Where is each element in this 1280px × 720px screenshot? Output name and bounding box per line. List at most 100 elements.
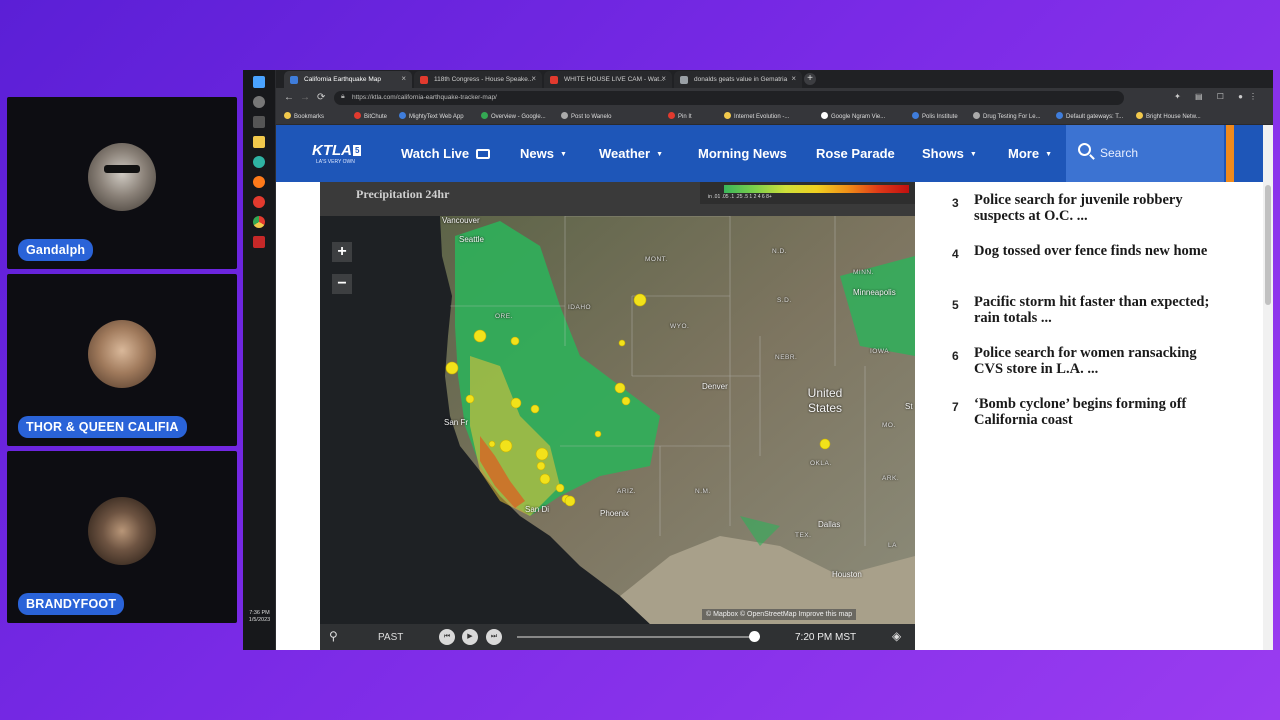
layers-icon[interactable]: ◈ xyxy=(892,629,901,643)
bookmark-item[interactable]: Drug Testing For Le... xyxy=(973,112,1041,120)
timeline-knob[interactable] xyxy=(749,631,761,642)
forward-arrow-icon[interactable]: → xyxy=(300,92,310,103)
bookmark-label: Overview - Google... xyxy=(491,114,546,120)
reload-icon[interactable]: ⟳ xyxy=(317,92,325,103)
story-title-link[interactable]: Dog tossed over fence finds new home xyxy=(974,243,1224,259)
story-item[interactable]: 4 Dog tossed over fence finds new home xyxy=(952,241,1232,292)
participant-tile[interactable]: THOR & QUEEN CALIFIA xyxy=(7,274,237,446)
story-title-link[interactable]: Police search for juvenile robbery suspe… xyxy=(974,192,1224,224)
bookmark-favicon-icon xyxy=(1056,112,1063,119)
search-icon[interactable] xyxy=(253,96,265,108)
nav-shows[interactable]: Shows ▼ xyxy=(922,146,977,161)
chrome-icon[interactable] xyxy=(253,216,265,228)
nav-watch-live[interactable]: Watch Live xyxy=(401,146,490,161)
clock-time: 7:36 PM xyxy=(249,610,270,616)
ktla-logo[interactable]: KTLA 5 LA'S VERY OWN xyxy=(312,142,362,165)
bookmark-item[interactable]: Google Ngram Vie... xyxy=(821,112,885,120)
bookmark-favicon-icon xyxy=(668,112,675,119)
skip-back-button[interactable]: ⏮ xyxy=(439,629,455,645)
skip-forward-button[interactable]: ⏭ xyxy=(486,629,502,645)
nav-news[interactable]: News ▼ xyxy=(520,146,567,161)
map-label-ark: ARK. xyxy=(882,475,900,482)
play-button[interactable]: ▶ xyxy=(462,629,478,645)
story-number: 7 xyxy=(952,400,959,414)
bookmark-item[interactable]: Bookmarks xyxy=(284,112,324,120)
timeline-track[interactable] xyxy=(517,636,759,638)
bookmark-item[interactable]: Polis Institute xyxy=(912,112,958,120)
bookmark-item[interactable]: Default gateways: T... xyxy=(1056,112,1123,120)
bookmark-item[interactable]: Post to Wanelo xyxy=(561,112,611,120)
map-attribution[interactable]: © Mapbox © OpenStreetMap Improve this ma… xyxy=(702,609,857,620)
map-label-houston: Houston xyxy=(832,570,862,579)
nav-label: Weather xyxy=(599,146,651,161)
back-arrow-icon[interactable]: ← xyxy=(284,92,294,103)
story-title-link[interactable]: ‘Bomb cyclone’ begins forming off Califo… xyxy=(974,396,1224,428)
extensions-icon[interactable]: ✦ ▤ ☐ ●⋮ xyxy=(1174,92,1263,101)
nav-morning-news[interactable]: Morning News xyxy=(698,146,787,161)
map-terrain xyxy=(320,216,915,624)
map-label-san-di: San Di xyxy=(525,505,550,514)
player-mode-label: PAST xyxy=(378,632,404,643)
map-label-ariz: ARIZ. xyxy=(617,488,637,495)
bookmark-item[interactable]: MightyText Web App xyxy=(399,112,464,120)
scrollbar-thumb[interactable] xyxy=(1265,185,1271,305)
map-header: Precipitation 24hr in .01 .05 .1 .25 .5 … xyxy=(320,182,915,216)
search-icon xyxy=(1078,143,1091,156)
bookmark-item[interactable]: Overview - Google... xyxy=(481,112,546,120)
bookmark-label: Polis Institute xyxy=(922,114,958,120)
precipitation-map[interactable]: Precipitation 24hr in .01 .05 .1 .25 .5 … xyxy=(320,182,915,650)
pdf-icon[interactable] xyxy=(253,236,265,248)
close-tab-icon[interactable]: × xyxy=(791,74,796,83)
logo-text: KTLA xyxy=(312,142,352,159)
bookmark-item[interactable]: Bright House Netw... xyxy=(1136,112,1201,120)
nav-label: Morning News xyxy=(698,146,787,161)
close-tab-icon[interactable]: × xyxy=(661,74,666,83)
task-view-icon[interactable] xyxy=(253,116,265,128)
bookmark-item[interactable]: Internet Evolution -... xyxy=(724,112,789,120)
address-bar[interactable]: 🔒︎ https://ktla.com/california-earthquak… xyxy=(334,91,1124,105)
site-search[interactable]: Search xyxy=(1066,125,1224,182)
map-label-wyo: WYO. xyxy=(670,323,690,330)
nav-more[interactable]: More ▼ xyxy=(1008,146,1052,161)
nav-rose-parade[interactable]: Rose Parade xyxy=(816,146,895,161)
logo-tagline: LA'S VERY OWN xyxy=(316,159,355,165)
participant-tile[interactable]: Gandalph xyxy=(7,97,237,269)
file-explorer-icon[interactable] xyxy=(253,136,265,148)
nav-weather[interactable]: Weather ▼ xyxy=(599,146,663,161)
story-item[interactable]: 5 Pacific storm hit faster than expected… xyxy=(952,292,1232,343)
map-label-okla: OKLA. xyxy=(810,460,832,467)
browser-tab[interactable]: 118th Congress - House Speake... × xyxy=(414,71,542,88)
participant-tile[interactable]: BRANDYFOOT xyxy=(7,451,237,623)
story-item[interactable]: 7 ‘Bomb cyclone’ begins forming off Cali… xyxy=(952,394,1232,445)
zoom-out-button[interactable]: − xyxy=(332,274,352,294)
bookmark-item[interactable]: Pin It xyxy=(668,112,692,120)
close-tab-icon[interactable]: × xyxy=(401,74,406,83)
story-item[interactable]: 6 Police search for women ransacking CVS… xyxy=(952,343,1232,394)
story-title-link[interactable]: Pacific storm hit faster than expected; … xyxy=(974,294,1224,326)
participant-name: THOR & QUEEN CALIFIA xyxy=(18,416,187,438)
close-tab-icon[interactable]: × xyxy=(531,74,536,83)
firefox-icon[interactable] xyxy=(253,176,265,188)
story-item[interactable]: 3 Police search for juvenile robbery sus… xyxy=(952,190,1232,241)
story-number: 5 xyxy=(952,298,959,312)
browser-tab[interactable]: donalds geats value in Gematria × xyxy=(674,71,802,88)
zoom-in-button[interactable]: + xyxy=(332,242,352,262)
participant-name: Gandalph xyxy=(18,239,94,261)
nav-label: Shows xyxy=(922,146,964,161)
bookmark-item[interactable]: BitChute xyxy=(354,112,387,120)
taskbar-clock[interactable]: 7:36 PM 1/5/2023 xyxy=(243,610,276,624)
search-label: Search xyxy=(1100,146,1139,160)
new-tab-button[interactable]: + xyxy=(804,73,816,85)
browser-tab[interactable]: California Earthquake Map × xyxy=(284,71,412,88)
bookmark-favicon-icon xyxy=(481,112,488,119)
bookmark-label: Internet Evolution -... xyxy=(734,114,790,120)
edge-icon[interactable] xyxy=(253,156,265,168)
chevron-down-icon: ▼ xyxy=(1045,151,1052,158)
story-title-link[interactable]: Police search for women ransacking CVS s… xyxy=(974,345,1224,377)
browser-tab[interactable]: WHITE HOUSE LIVE CAM - Wat... × xyxy=(544,71,672,88)
chevron-down-icon: ▼ xyxy=(656,151,663,158)
opera-icon[interactable] xyxy=(253,196,265,208)
bookmark-label: Drug Testing For Le... xyxy=(983,114,1041,120)
location-pin-icon[interactable]: ⚲ xyxy=(329,629,338,643)
windows-start-icon[interactable] xyxy=(253,76,265,88)
